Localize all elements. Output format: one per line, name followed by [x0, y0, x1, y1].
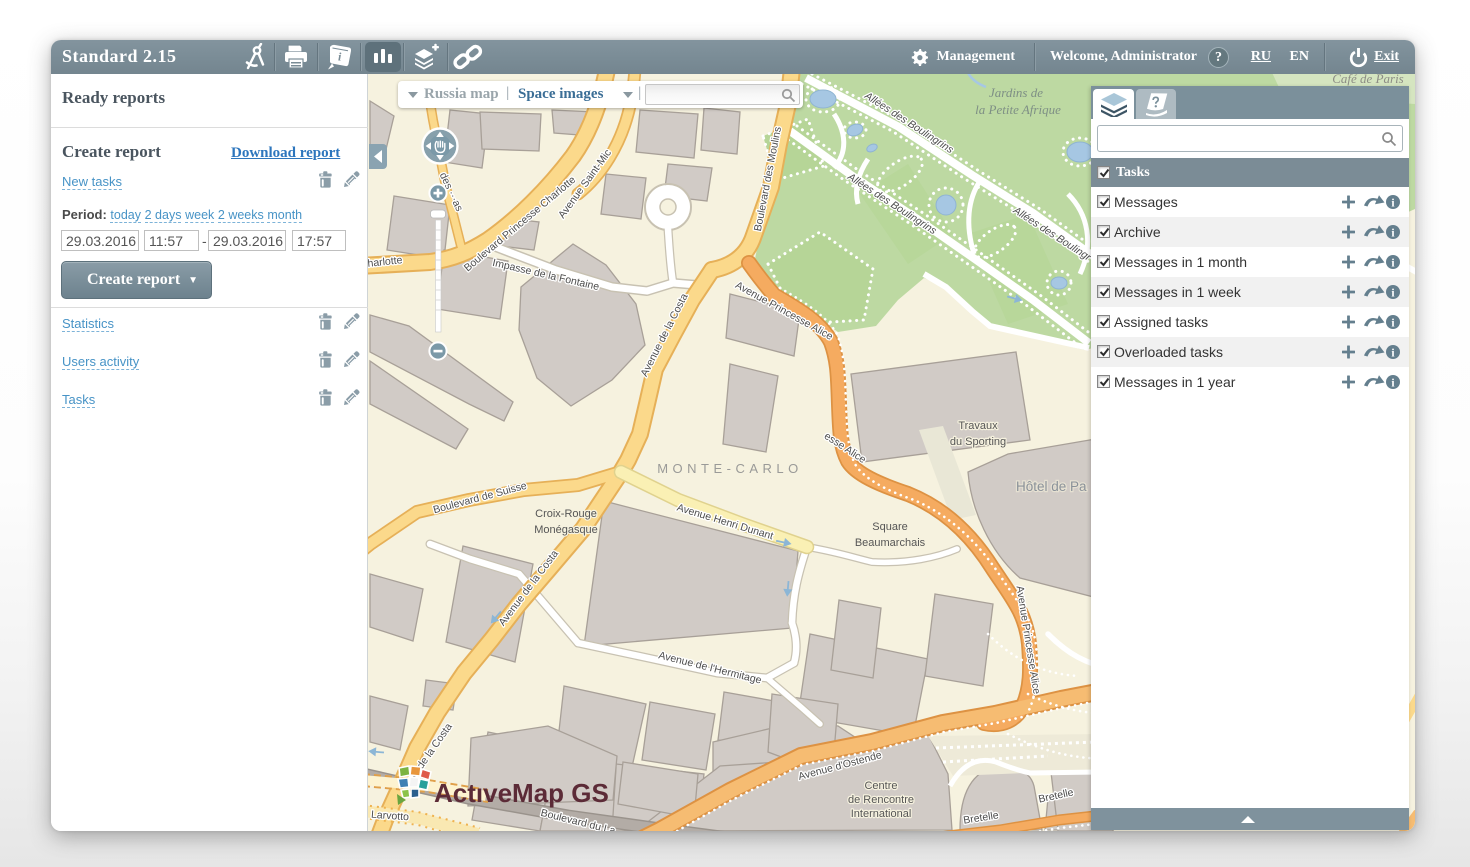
svg-text:Croix-Rouge: Croix-Rouge — [535, 508, 597, 520]
svg-text:de Rencontre: de Rencontre — [848, 794, 914, 806]
svg-text:Jardins de: Jardins de — [989, 85, 1043, 100]
svg-text:Square: Square — [872, 521, 907, 533]
svg-text:du Sporting: du Sporting — [950, 436, 1006, 448]
svg-text:Centre: Centre — [864, 780, 897, 792]
svg-text:Beaumarchais: Beaumarchais — [855, 537, 926, 549]
svg-text:Travaux: Travaux — [958, 420, 998, 432]
svg-text:Hôtel de Pa: Hôtel de Pa — [1016, 479, 1087, 494]
svg-text:International: International — [851, 808, 912, 820]
svg-text:Café de Paris: Café de Paris — [1332, 74, 1404, 86]
svg-text:MONTE-CARLO: MONTE-CARLO — [657, 461, 803, 476]
svg-text:Monégasque: Monégasque — [534, 524, 598, 536]
svg-text:la Petite Afrique: la Petite Afrique — [975, 102, 1061, 117]
